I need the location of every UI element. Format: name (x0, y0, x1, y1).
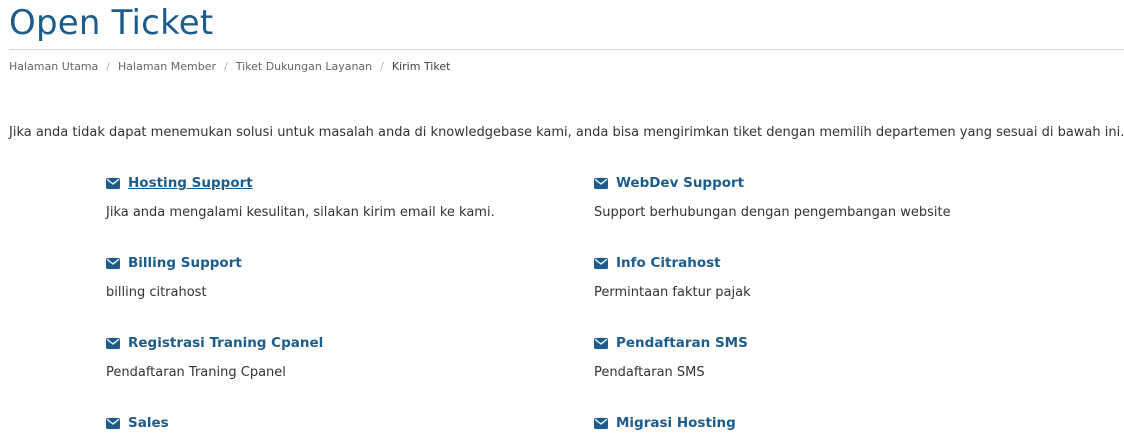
envelope-icon (106, 257, 120, 269)
breadcrumb-separator: / (224, 60, 228, 73)
department-description: Pendaftaran Traning Cpanel (106, 365, 286, 380)
department-migrasi-hosting: Migrasi Hosting (594, 414, 1064, 432)
breadcrumb-current: Kirim Tiket (391, 60, 451, 73)
envelope-icon (106, 177, 120, 189)
breadcrumb-separator: / (380, 60, 384, 73)
department-link-sales[interactable]: Sales (106, 414, 576, 432)
envelope-icon (594, 257, 608, 269)
department-name: Registrasi Traning Cpanel (128, 335, 324, 351)
page-title: Open Ticket (9, 3, 214, 43)
department-link-webdev-support[interactable]: WebDev Support (594, 174, 1064, 192)
breadcrumb-support-tickets-link[interactable]: Tiket Dukungan Layanan (236, 60, 372, 74)
department-description: billing citrahost (106, 285, 207, 300)
department-name: Sales (128, 415, 169, 431)
envelope-icon (106, 417, 120, 429)
breadcrumb-separator: / (106, 60, 111, 73)
intro-text: Jika anda tidak dapat menemukan solusi u… (9, 125, 1124, 140)
department-name: Hosting Support (128, 175, 253, 191)
department-link-billing-support[interactable]: Billing Support (106, 254, 576, 272)
breadcrumb-member-link[interactable]: Halaman Member (118, 60, 216, 74)
department-name: WebDev Support (616, 175, 745, 191)
department-name: Migrasi Hosting (616, 415, 736, 431)
department-link-info-citrahost[interactable]: Info Citrahost (594, 254, 1064, 272)
department-pendaftaran-sms: Pendaftaran SMS Pendaftaran SMS (594, 334, 1064, 382)
envelope-icon (106, 337, 120, 349)
department-link-migrasi-hosting[interactable]: Migrasi Hosting (594, 414, 1064, 432)
department-description: Jika anda mengalami kesulitan, silakan k… (106, 205, 495, 220)
title-divider (9, 49, 1124, 50)
envelope-icon (594, 177, 608, 189)
department-link-registrasi-traning-cpanel[interactable]: Registrasi Traning Cpanel (106, 334, 576, 352)
department-link-pendaftaran-sms[interactable]: Pendaftaran SMS (594, 334, 1064, 352)
department-description: Support berhubungan dengan pengembangan … (594, 205, 951, 220)
breadcrumb: Halaman Utama / Halaman Member / Tiket D… (9, 60, 450, 74)
department-description: Permintaan faktur pajak (594, 285, 751, 300)
envelope-icon (594, 417, 608, 429)
department-description: Pendaftaran SMS (594, 365, 705, 380)
department-sales: Sales (106, 414, 576, 432)
department-name: Billing Support (128, 255, 242, 271)
department-registrasi-traning-cpanel: Registrasi Traning Cpanel Pendaftaran Tr… (106, 334, 576, 382)
department-webdev-support: WebDev Support Support berhubungan denga… (594, 174, 1064, 222)
envelope-icon (594, 337, 608, 349)
department-info-citrahost: Info Citrahost Permintaan faktur pajak (594, 254, 1064, 302)
department-billing-support: Billing Support billing citrahost (106, 254, 576, 302)
department-name: Pendaftaran SMS (616, 335, 748, 351)
department-hosting-support: Hosting Support Jika anda mengalami kesu… (106, 174, 576, 222)
breadcrumb-home-link[interactable]: Halaman Utama (9, 60, 98, 74)
department-link-hosting-support[interactable]: Hosting Support (106, 174, 576, 192)
department-name: Info Citrahost (616, 255, 721, 271)
